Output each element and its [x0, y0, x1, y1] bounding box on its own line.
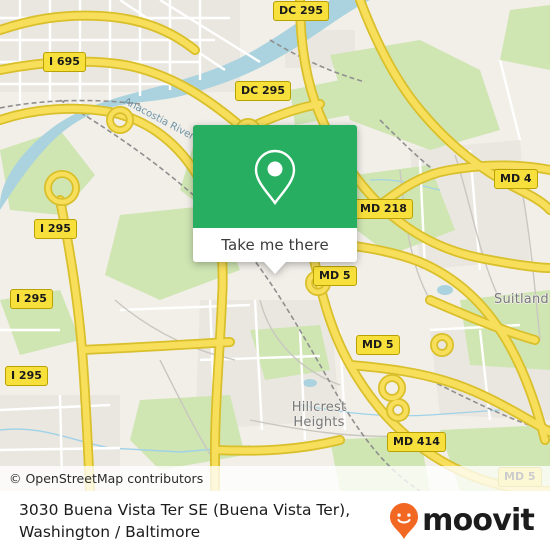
shield-md-4: MD 4	[494, 169, 538, 189]
shield-i-295-upper: I 295	[34, 219, 77, 239]
location-title-line1: 3030 Buena Vista Ter SE (Buena Vista Ter…	[19, 500, 351, 519]
shield-dc-295-north: DC 295	[273, 1, 329, 21]
location-title-line2: Washington / Baltimore	[19, 522, 201, 541]
take-me-there-label: Take me there	[221, 236, 329, 254]
footer-bar: 3030 Buena Vista Ter SE (Buena Vista Ter…	[0, 491, 550, 550]
map-pin-icon	[254, 149, 296, 205]
shield-md-218: MD 218	[354, 199, 413, 219]
popup-icon-area	[193, 125, 357, 228]
map-place-label-hillcrest-heights: Hillcrest Heights	[291, 400, 347, 430]
take-me-there-button[interactable]: Take me there	[193, 228, 357, 262]
shield-dc-295-west: DC 295	[235, 81, 291, 101]
moovit-logo[interactable]: moovit	[389, 502, 535, 540]
shield-i-695: I 695	[43, 52, 86, 72]
shield-i-295-middle: I 295	[10, 289, 53, 309]
shield-md-5-upper: MD 5	[313, 266, 357, 286]
map-place-label-suitland: Suitland	[494, 292, 549, 307]
map-attribution-bar[interactable]: © OpenStreetMap contributors	[0, 466, 550, 491]
moovit-pin-icon	[390, 502, 419, 539]
shield-i-295-lower: I 295	[5, 366, 48, 386]
moovit-wordmark: moovit	[422, 502, 535, 538]
popup-pointer	[264, 262, 286, 274]
attribution-text: © OpenStreetMap contributors	[9, 471, 204, 486]
shield-md-414: MD 414	[387, 432, 446, 452]
map-screenshot: Anacostia River Suitland Hillcrest Height…	[0, 0, 550, 550]
shield-md-5-middle: MD 5	[356, 335, 400, 355]
location-popup-card[interactable]: Take me there	[193, 125, 357, 274]
map-canvas[interactable]: Anacostia River Suitland Hillcrest Height…	[0, 0, 550, 491]
location-title: 3030 Buena Vista Ter SE (Buena Vista Ter…	[19, 499, 350, 543]
